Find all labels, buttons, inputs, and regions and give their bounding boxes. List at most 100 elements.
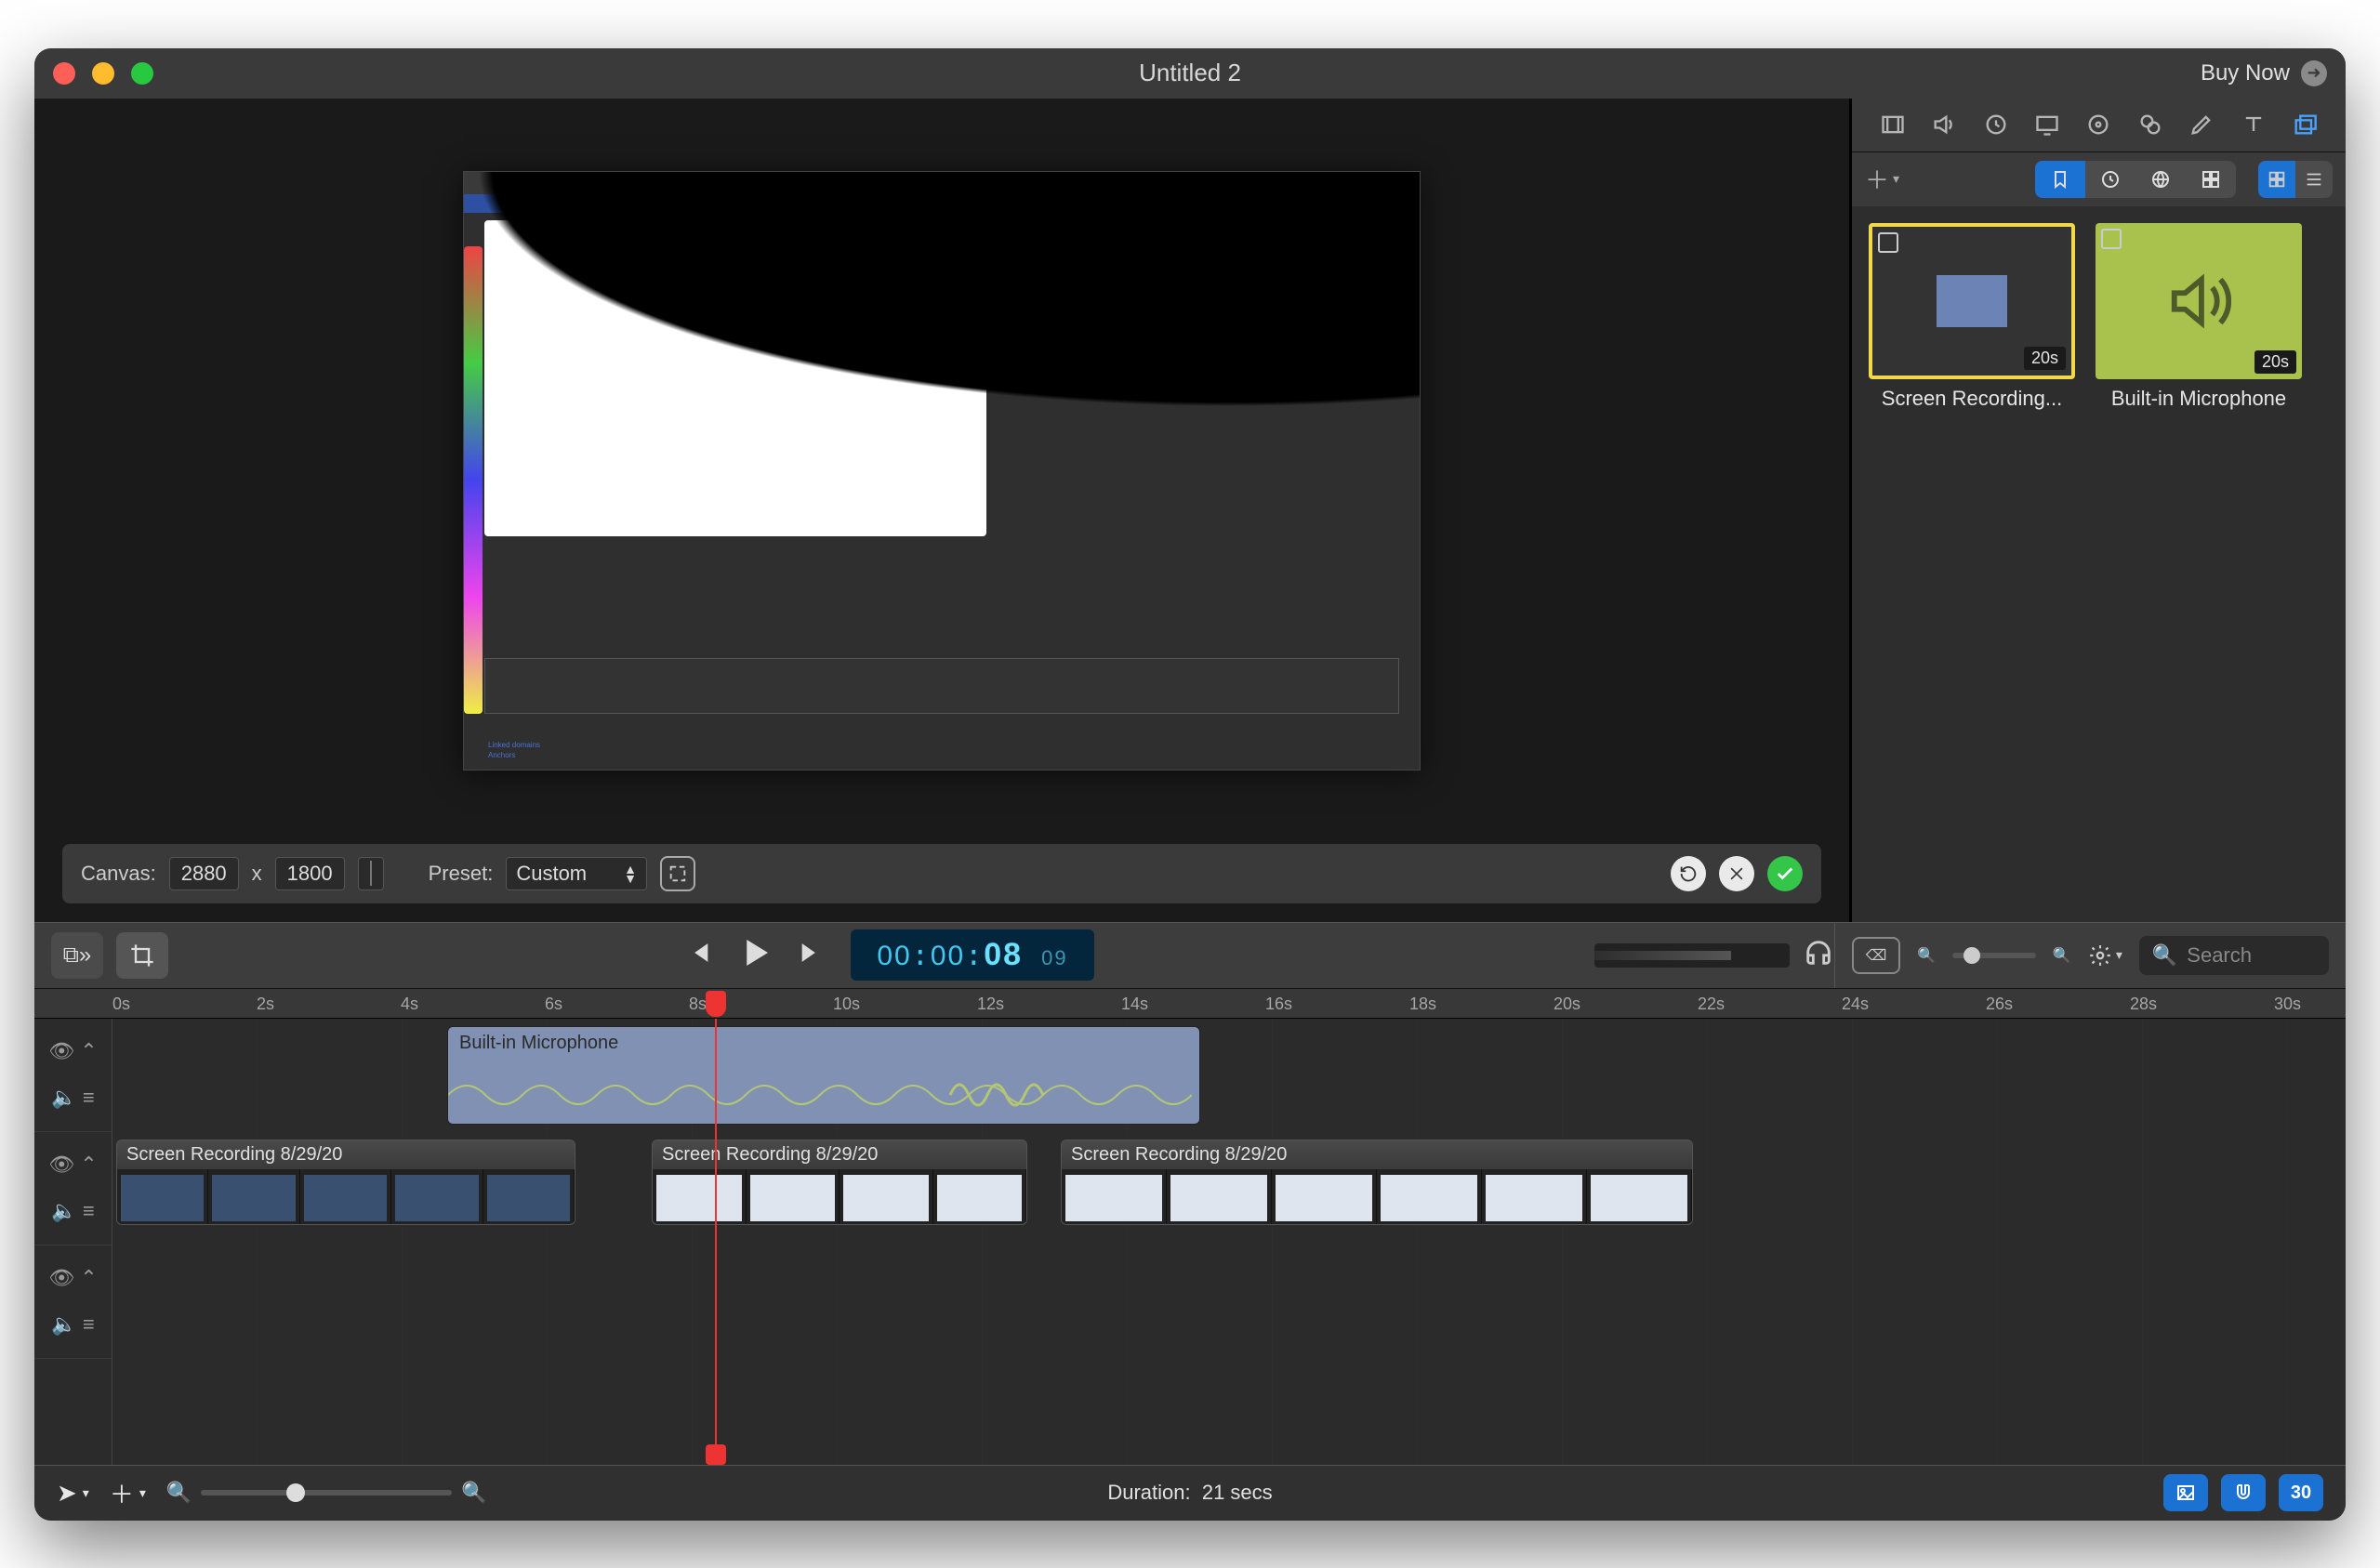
grid4-icon (2200, 168, 2222, 191)
thumbnail-zoom-slider[interactable] (1952, 953, 2036, 958)
duration-label: Duration: (1107, 1481, 1190, 1504)
media-thumbnail[interactable]: 20s (2096, 223, 2302, 379)
fps-button[interactable]: 30 (2279, 1474, 2323, 1511)
media-item[interactable]: 20s Built-in Microphone (2096, 223, 2302, 411)
inspector-sidebar: ＋ ▾ 20s (1851, 99, 2346, 922)
add-track-button[interactable]: ＋▾ (110, 1476, 146, 1510)
thumbnail-mode-button[interactable] (2163, 1474, 2208, 1511)
keyword-toggle-button[interactable]: ⌫ (1852, 937, 1900, 974)
zoom-out-icon[interactable]: 🔍 (166, 1481, 192, 1505)
canvas-color-swatch[interactable] (358, 857, 384, 890)
video-properties-tab[interactable] (1872, 106, 1913, 143)
canvas-area[interactable]: Linked domainsAnchors (34, 99, 1849, 844)
add-media-button[interactable]: ＋ ▾ (1865, 162, 1899, 196)
clip-label: Screen Recording 8/29/20 (117, 1140, 575, 1169)
mute-toggle[interactable]: 🔈 ≡ (51, 1312, 94, 1337)
scale-to-fit-button[interactable] (660, 856, 695, 891)
close-window-button[interactable] (53, 62, 75, 85)
canvas-width-input[interactable]: 2880 (169, 857, 239, 890)
clip-label: Screen Recording 8/29/20 (1062, 1140, 1692, 1169)
cursor-tool-button[interactable]: ➤▾ (57, 1479, 89, 1508)
inspector-tabs (1852, 99, 2346, 152)
headphones-icon[interactable] (1803, 937, 1834, 973)
track-controls: 👁 ⌃ 🔈 ≡ (34, 1132, 112, 1245)
snapping-button[interactable] (2221, 1474, 2266, 1511)
zoom-window-button[interactable] (131, 62, 153, 85)
library-source-tabs (2035, 161, 2236, 198)
visibility-toggle[interactable]: 👁 ⌃ (48, 1266, 97, 1290)
crop-button[interactable] (116, 932, 168, 979)
filmstrip-icon (1880, 112, 1906, 138)
layers-button[interactable]: ⧉» (51, 932, 103, 979)
search-icon: 🔍 (2152, 943, 2177, 968)
titlebar: Untitled 2 Buy Now ➜ (34, 48, 2346, 99)
canvas-crop-bar: Canvas: 2880 x 1800 Preset: Custom ▲▼ (62, 844, 1821, 903)
ruler-tick: 28s (2130, 995, 2157, 1014)
source-media-tab[interactable] (2035, 161, 2085, 198)
library-search-input[interactable]: 🔍 Search (2139, 936, 2329, 975)
prev-frame-button[interactable] (681, 937, 713, 973)
ruler-tick: 14s (1121, 995, 1148, 1014)
duration-badge: 20s (2254, 350, 2296, 374)
media-item[interactable]: 20s Screen Recording... (1869, 223, 2075, 411)
video-clip[interactable]: Screen Recording 8/29/20 (116, 1140, 575, 1225)
touch-callout-tab[interactable] (2130, 106, 2171, 143)
buy-now-button[interactable]: Buy Now ➜ (2201, 60, 2327, 86)
canvas-height-input[interactable]: 1800 (275, 857, 345, 890)
media-library-tab[interactable] (2284, 106, 2325, 143)
source-clock-tab[interactable] (2085, 161, 2135, 198)
tracks-area[interactable]: Built-in Microphone Screen Recording 8/2… (112, 1019, 2346, 1465)
image-icon (2175, 1482, 2197, 1504)
crop-icon (129, 942, 155, 968)
video-clip[interactable]: Screen Recording 8/29/20 (652, 1140, 1027, 1225)
grid-view-button[interactable] (2258, 161, 2295, 198)
zoom-in-icon[interactable]: 🔍 (2053, 946, 2071, 965)
list-view-button[interactable] (2295, 161, 2333, 198)
layers-icon: ⧉» (63, 942, 91, 968)
timeline-ruler[interactable]: 0s2s4s6s8s10s12s14s16s18s20s22s24s26s28s… (34, 989, 2346, 1019)
clip-label: Screen Recording 8/29/20 (653, 1140, 1026, 1169)
audio-clip[interactable]: Built-in Microphone (447, 1026, 1200, 1125)
video-filters-tab[interactable] (1976, 106, 2016, 143)
play-button[interactable] (735, 933, 774, 977)
next-frame-button[interactable] (797, 937, 828, 973)
plus-icon: ＋ (110, 1476, 134, 1510)
annotations-tab[interactable] (2181, 106, 2222, 143)
source-grid-tab[interactable] (2186, 161, 2236, 198)
source-global-tab[interactable] (2135, 161, 2186, 198)
magnet-icon (2232, 1482, 2254, 1504)
clock-icon (2099, 168, 2122, 191)
mute-toggle[interactable]: 🔈 ≡ (51, 1199, 94, 1223)
text-tab[interactable] (2233, 106, 2274, 143)
video-clip[interactable]: Screen Recording 8/29/20 (1061, 1140, 1693, 1225)
duration-value: 21 secs (1202, 1481, 1273, 1504)
preset-select[interactable]: Custom ▲▼ (506, 857, 647, 890)
skip-back-icon (681, 937, 713, 968)
screen-recording-tab[interactable] (2027, 106, 2068, 143)
media-thumbnail[interactable]: 20s (1869, 223, 2075, 379)
zoom-out-icon[interactable]: 🔍 (1917, 946, 1936, 965)
canvas-preview[interactable]: Linked domainsAnchors (463, 171, 1421, 771)
ruler-tick: 24s (1842, 995, 1869, 1014)
video-badge-icon (1878, 232, 1898, 253)
preset-label: Preset: (429, 862, 494, 886)
visibility-toggle[interactable]: 👁 ⌃ (48, 1039, 97, 1063)
undo-arrow-icon (1678, 863, 1699, 884)
callout-tab[interactable] (2078, 106, 2119, 143)
cursor-icon: ➤ (57, 1479, 77, 1508)
timecode-display[interactable]: 00:00:08 09 (851, 929, 1093, 981)
confirm-crop-button[interactable] (1767, 856, 1803, 891)
audio-properties-tab[interactable] (1924, 106, 1964, 143)
library-options-button[interactable]: ▾ (2088, 943, 2122, 968)
timeline-zoom-slider[interactable] (201, 1490, 452, 1496)
canvas-size-label: Canvas: (81, 862, 156, 886)
zoom-in-icon[interactable]: 🔍 (461, 1481, 486, 1505)
minimize-window-button[interactable] (92, 62, 114, 85)
visibility-toggle[interactable]: 👁 ⌃ (48, 1153, 97, 1177)
speaker-icon (2166, 269, 2231, 334)
cancel-crop-button[interactable] (1719, 856, 1754, 891)
link-icon (2137, 112, 2163, 138)
revert-crop-button[interactable] (1671, 856, 1706, 891)
library-search-controls: ⌫ 🔍 🔍 ▾ 🔍 Search (1834, 923, 2329, 988)
mute-toggle[interactable]: 🔈 ≡ (51, 1086, 94, 1110)
